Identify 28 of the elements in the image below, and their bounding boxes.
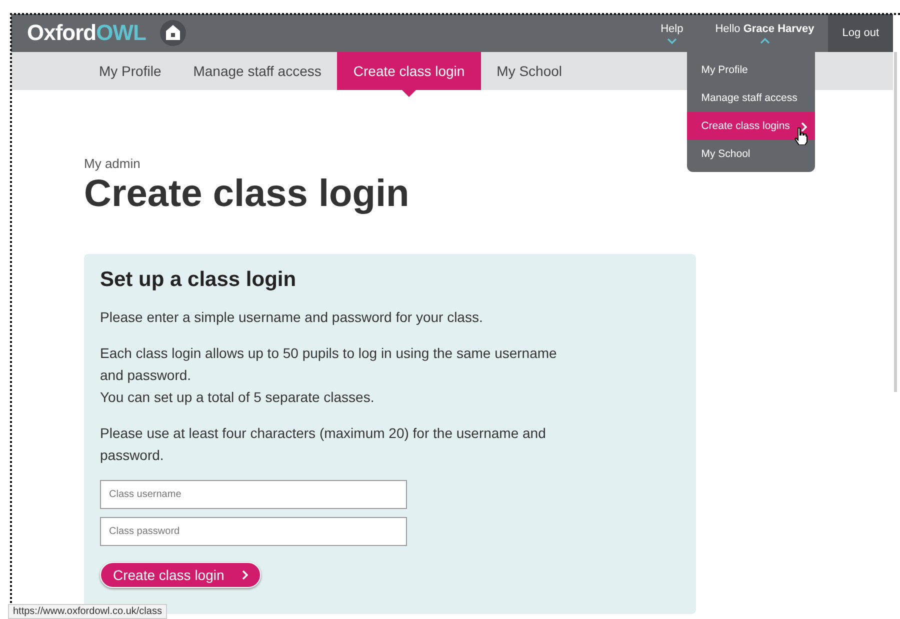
create-button[interactable]: Create class login bbox=[100, 562, 262, 588]
nav-tab[interactable]: Manage staff access bbox=[177, 52, 338, 90]
tab-pointer bbox=[402, 90, 416, 97]
paragraph: Each class login allows up to 50 pupils to log in using the same username and password. bbox=[100, 344, 558, 385]
chevron-right-icon bbox=[242, 570, 248, 580]
help-link[interactable]: Help bbox=[660, 22, 684, 34]
input-field[interactable]: Class username bbox=[100, 480, 407, 509]
menu-item[interactable]: My Profile bbox=[687, 56, 816, 84]
menu-item[interactable]: My School bbox=[687, 140, 816, 168]
paragraph: You can set up a total of 5 separate classes. bbox=[100, 388, 376, 407]
page-title: Create class login bbox=[84, 173, 410, 216]
input-field[interactable]: Class password bbox=[100, 517, 407, 546]
chevron-down-icon bbox=[666, 38, 677, 44]
logo[interactable]: OxfordOWL bbox=[27, 20, 146, 46]
logout-button[interactable]: Log out bbox=[828, 14, 893, 52]
menu-item[interactable]: Manage staff access bbox=[687, 84, 816, 112]
nav-tab[interactable]: My Profile bbox=[83, 52, 178, 90]
status-url: https://www.oxfordowl.co.uk/class bbox=[8, 604, 167, 619]
chevron-up-icon bbox=[760, 38, 770, 44]
user-menu[interactable]: Hello Grace Harvey bbox=[715, 22, 814, 34]
home-icon[interactable] bbox=[160, 20, 186, 46]
paragraph: Please use at least four characters (maximum 20) for the username and password. bbox=[100, 424, 547, 465]
paragraph: Please enter a simple username and password for your class. bbox=[100, 308, 484, 327]
breadcrumb: My admin bbox=[84, 156, 142, 171]
nav-tab[interactable]: My School bbox=[480, 52, 578, 90]
chevron-right-icon bbox=[801, 122, 808, 132]
panel-heading: Set up a class login bbox=[100, 268, 298, 292]
hand-cursor-icon bbox=[794, 127, 808, 145]
